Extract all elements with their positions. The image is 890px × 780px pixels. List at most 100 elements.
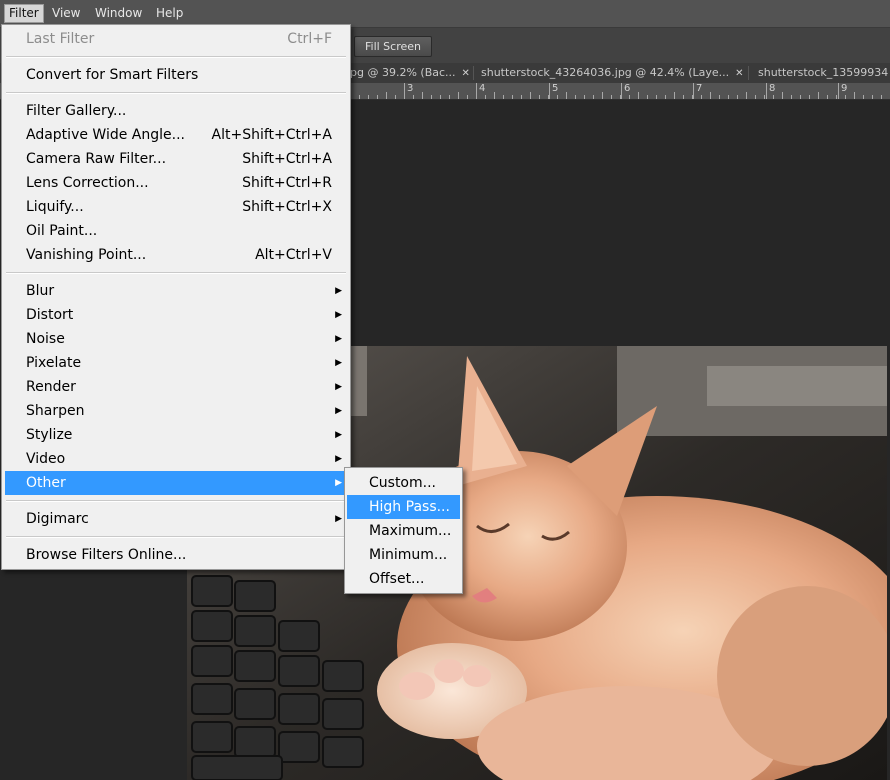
ruler-minor-tick — [845, 95, 846, 99]
submenu-item-offset[interactable]: Offset... — [347, 567, 460, 591]
menu-item-sharpen[interactable]: Sharpen ▶ — [5, 399, 347, 423]
ruler-number: 4 — [479, 83, 486, 94]
ruler-minor-tick — [872, 95, 873, 99]
menu-item-label: Stylize — [26, 427, 73, 443]
submenu-item-custom[interactable]: Custom... — [347, 471, 460, 495]
menu-item-filter-gallery[interactable]: Filter Gallery... — [5, 99, 347, 123]
menu-item-shortcut: Shift+Ctrl+R — [242, 175, 332, 191]
menu-item-render[interactable]: Render ▶ — [5, 375, 347, 399]
ruler-minor-tick — [719, 95, 720, 99]
tab-document-2[interactable]: shutterstock_43264036.jpg @ 42.4% (Laye.… — [481, 63, 746, 83]
ruler-number: 3 — [407, 83, 414, 94]
ruler-major-tick — [766, 83, 767, 99]
menu-item-liquify[interactable]: Liquify... Shift+Ctrl+X — [5, 195, 347, 219]
menu-item-label: Sharpen — [26, 403, 85, 419]
menu-item-label: Oil Paint... — [26, 223, 98, 239]
ruler-minor-tick — [854, 92, 855, 99]
menu-item-other[interactable]: Other ▶ — [5, 471, 347, 495]
menu-separator — [6, 536, 346, 538]
chevron-right-icon: ▶ — [335, 286, 342, 296]
menu-item-distort[interactable]: Distort ▶ — [5, 303, 347, 327]
tab-label: shutterstock_13599934 — [758, 66, 889, 79]
ruler-minor-tick — [440, 95, 441, 99]
submenu-item-minimum[interactable]: Minimum... — [347, 543, 460, 567]
menu-item-vanishing-point[interactable]: Vanishing Point... Alt+Ctrl+V — [5, 243, 347, 267]
menu-item-lens-correction[interactable]: Lens Correction... Shift+Ctrl+R — [5, 171, 347, 195]
ruler-minor-tick — [701, 95, 702, 99]
menu-item-stylize[interactable]: Stylize ▶ — [5, 423, 347, 447]
menu-item-shortcut: Alt+Ctrl+V — [255, 247, 332, 263]
ruler-number: 6 — [624, 83, 631, 94]
tab-label: pg @ 39.2% (Bac... — [350, 66, 456, 79]
ruler-number: 8 — [769, 83, 776, 94]
ruler-minor-tick — [512, 95, 513, 99]
menu-bar: Filter View Window Help — [0, 0, 890, 27]
ruler-minor-tick — [494, 92, 495, 99]
tab-divider — [473, 66, 474, 80]
ruler-minor-tick — [791, 95, 792, 99]
menu-filter[interactable]: Filter — [4, 4, 44, 23]
ruler-minor-tick — [575, 95, 576, 99]
ruler-minor-tick — [368, 95, 369, 99]
ruler-minor-tick — [755, 95, 756, 99]
ruler-minor-tick — [566, 92, 567, 99]
ruler-minor-tick — [647, 95, 648, 99]
chevron-right-icon: ▶ — [335, 334, 342, 344]
ruler-minor-tick — [863, 95, 864, 99]
menu-item-convert-for-smart-filters[interactable]: Convert for Smart Filters — [5, 63, 347, 87]
submenu-item-label: Maximum... — [369, 523, 452, 539]
menu-item-adaptive-wide-angle[interactable]: Adaptive Wide Angle... Alt+Shift+Ctrl+A — [5, 123, 347, 147]
submenu-item-label: Custom... — [369, 475, 436, 491]
ruler-minor-tick — [449, 95, 450, 99]
ruler-minor-tick — [638, 92, 639, 99]
ruler-minor-tick — [800, 95, 801, 99]
menu-help[interactable]: Help — [152, 5, 187, 22]
submenu-item-label: High Pass... — [369, 499, 450, 515]
ruler-minor-tick — [710, 92, 711, 99]
chevron-right-icon: ▶ — [335, 406, 342, 416]
other-submenu: Custom... High Pass... Maximum... Minimum..… — [344, 467, 463, 594]
menu-item-label: Video — [26, 451, 66, 467]
ruler-minor-tick — [548, 95, 549, 99]
ruler-minor-tick — [503, 95, 504, 99]
menu-item-blur[interactable]: Blur ▶ — [5, 279, 347, 303]
ruler-minor-tick — [530, 92, 531, 99]
menu-item-noise[interactable]: Noise ▶ — [5, 327, 347, 351]
ruler-number: 5 — [552, 83, 559, 94]
menu-item-camera-raw-filter[interactable]: Camera Raw Filter... Shift+Ctrl+A — [5, 147, 347, 171]
menu-item-video[interactable]: Video ▶ — [5, 447, 347, 471]
menu-item-label: Pixelate — [26, 355, 82, 371]
menu-item-label: Render — [26, 379, 76, 395]
ruler-minor-tick — [476, 95, 477, 99]
ruler-minor-tick — [683, 95, 684, 99]
ruler-minor-tick — [764, 95, 765, 99]
close-icon[interactable]: ✕ — [462, 68, 470, 79]
menu-item-digimarc[interactable]: Digimarc ▶ — [5, 507, 347, 531]
menu-item-label: Vanishing Point... — [26, 247, 147, 263]
fill-screen-button[interactable]: Fill Screen — [354, 36, 432, 57]
menu-view[interactable]: View — [48, 5, 84, 22]
menu-item-browse-filters-online[interactable]: Browse Filters Online... — [5, 543, 347, 567]
chevron-right-icon: ▶ — [335, 310, 342, 320]
ruler-minor-tick — [629, 95, 630, 99]
submenu-item-high-pass[interactable]: High Pass... — [347, 495, 460, 519]
ruler-minor-tick — [431, 95, 432, 99]
menu-item-label: Digimarc — [26, 511, 89, 527]
ruler-minor-tick — [584, 95, 585, 99]
tab-document-1[interactable]: pg @ 39.2% (Bac... ✕ — [350, 63, 472, 83]
menu-separator — [6, 500, 346, 502]
ruler-minor-tick — [665, 95, 666, 99]
ruler-major-tick — [693, 83, 694, 99]
menu-item-oil-paint[interactable]: Oil Paint... — [5, 219, 347, 243]
tab-document-3[interactable]: shutterstock_13599934 — [758, 63, 890, 83]
ruler-minor-tick — [539, 95, 540, 99]
chevron-right-icon: ▶ — [335, 430, 342, 440]
ruler-minor-tick — [458, 92, 459, 99]
ruler-minor-tick — [521, 95, 522, 99]
menu-item-pixelate[interactable]: Pixelate ▶ — [5, 351, 347, 375]
close-icon[interactable]: ✕ — [735, 68, 743, 79]
submenu-item-maximum[interactable]: Maximum... — [347, 519, 460, 543]
menu-window[interactable]: Window — [91, 5, 146, 22]
ruler-minor-tick — [404, 95, 405, 99]
menu-item-label: Last Filter — [26, 31, 95, 47]
